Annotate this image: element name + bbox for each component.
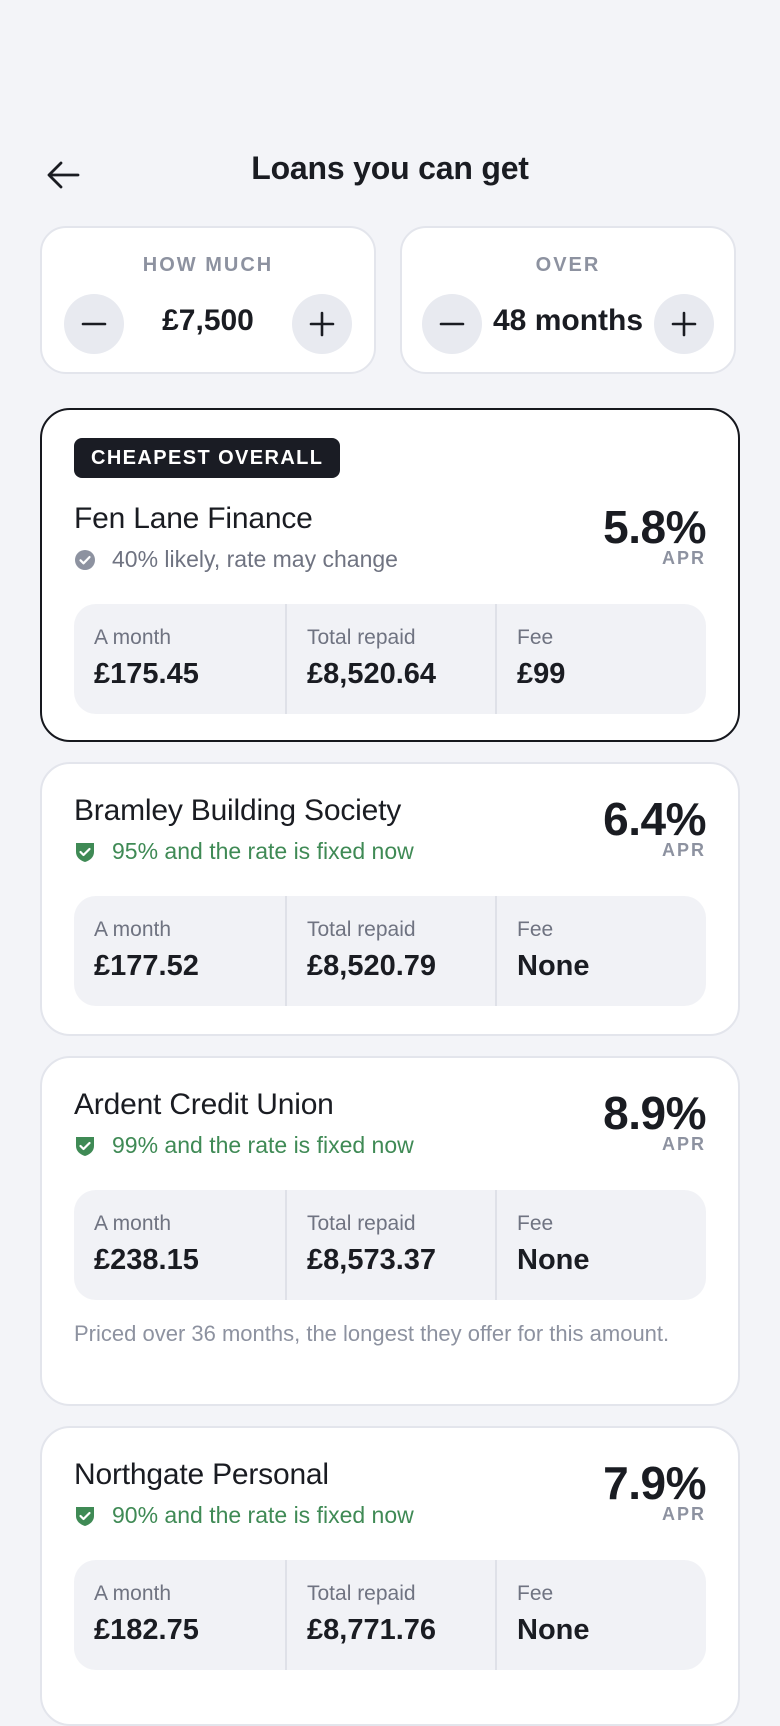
stat-value: None: [517, 950, 590, 982]
loan-stats: A month £177.52 Total repaid £8,520.79 Fee…: [74, 896, 706, 1006]
stat-value: £238.15: [94, 1244, 199, 1276]
stat-fee: Fee £99: [495, 604, 706, 714]
lender-name: Ardent Credit Union: [74, 1088, 334, 1121]
apr-value: 8.9%: [603, 1087, 706, 1139]
stat-label: Total repaid: [307, 918, 416, 941]
likelihood-text: 90% and the rate is fixed now: [112, 1502, 414, 1528]
stat-label: A month: [94, 626, 172, 649]
shield-check-icon: [74, 1505, 96, 1527]
shield-check-icon: [74, 841, 96, 863]
check-circle-icon: [74, 549, 96, 571]
apr-label: APR: [661, 1134, 706, 1154]
term-value: 48 months: [492, 304, 644, 337]
apr-value: 5.8%: [603, 501, 706, 553]
apr-value: 6.4%: [603, 793, 706, 845]
apr-value: 7.9%: [603, 1457, 706, 1509]
stat-value: £177.52: [94, 950, 199, 982]
stat-fee: Fee None: [495, 1560, 706, 1670]
stat-label: Total repaid: [307, 626, 416, 649]
page-title: Loans you can get: [251, 150, 529, 186]
stat-total: Total repaid £8,520.64: [285, 604, 495, 714]
likelihood-text: 95% and the rate is fixed now: [112, 838, 414, 864]
stat-value: None: [517, 1244, 590, 1276]
amount-label: HOW MUCH: [142, 254, 274, 276]
lender-name: Northgate Personal: [74, 1458, 329, 1491]
stat-monthly: A month £238.15: [74, 1190, 285, 1300]
likelihood-text: 99% and the rate is fixed now: [112, 1132, 414, 1158]
stat-label: Fee: [517, 918, 554, 941]
stat-label: A month: [94, 1212, 172, 1235]
stat-value: £175.45: [94, 658, 199, 690]
apr-label: APR: [661, 1504, 706, 1524]
apr-label: APR: [661, 548, 706, 568]
shield-check-icon: [74, 1135, 96, 1157]
apr-label: APR: [661, 840, 706, 860]
amount-value: £7,500: [162, 304, 254, 337]
lender-name: Bramley Building Society: [74, 794, 402, 827]
term-stepper: OVER 48 months: [400, 226, 736, 374]
likelihood: 95% and the rate is fixed now: [74, 838, 414, 865]
term-label: OVER: [535, 254, 601, 276]
stat-label: Total repaid: [307, 1212, 416, 1235]
stat-value: £99: [517, 658, 566, 690]
term-note: Priced over 36 months, the longest they …: [74, 1321, 670, 1346]
stat-label: A month: [94, 1582, 172, 1605]
plus-icon: [309, 311, 335, 337]
stat-value: £8,573.37: [307, 1244, 437, 1276]
stat-label: Fee: [517, 1212, 554, 1235]
loan-card-fen-lane[interactable]: CHEAPEST OVERALL Fen Lane Finance 40% li…: [40, 408, 740, 742]
likelihood: 99% and the rate is fixed now: [74, 1132, 414, 1159]
likelihood: 90% and the rate is fixed now: [74, 1502, 414, 1529]
likelihood-text: 40% likely, rate may change: [112, 546, 398, 572]
amount-stepper: HOW MUCH £7,500: [40, 226, 376, 374]
stat-total: Total repaid £8,573.37: [285, 1190, 495, 1300]
stat-value: £8,520.64: [307, 658, 437, 690]
loan-stats: A month £175.45 Total repaid £8,520.64 Fee…: [74, 604, 706, 714]
stat-value: £182.75: [94, 1614, 199, 1646]
increase-amount-button[interactable]: [292, 294, 352, 354]
loan-card-ardent[interactable]: Ardent Credit Union 99% and the rate is …: [40, 1056, 740, 1406]
stat-value: £8,771.76: [307, 1614, 437, 1646]
header: Loans you can get: [0, 140, 780, 200]
loan-card-bramley[interactable]: Bramley Building Society 95% and the rat…: [40, 762, 740, 1036]
cheapest-badge: CHEAPEST OVERALL: [74, 438, 341, 478]
likelihood: 40% likely, rate may change: [74, 546, 398, 573]
stat-monthly: A month £177.52: [74, 896, 285, 1006]
stat-label: Fee: [517, 626, 554, 649]
stat-label: Total repaid: [307, 1582, 416, 1605]
stat-label: A month: [94, 918, 172, 941]
loan-stats: A month £238.15 Total repaid £8,573.37 Fee…: [74, 1190, 706, 1300]
stat-value: £8,520.79: [307, 950, 437, 982]
stat-value: None: [517, 1614, 590, 1646]
stat-monthly: A month £175.45: [74, 604, 285, 714]
stat-total: Total repaid £8,771.76: [285, 1560, 495, 1670]
stat-fee: Fee None: [495, 1190, 706, 1300]
loan-stats: A month £182.75 Total repaid £8,771.76 Fee…: [74, 1560, 706, 1670]
plus-icon: [671, 311, 697, 337]
increase-term-button[interactable]: [654, 294, 714, 354]
stat-total: Total repaid £8,520.79: [285, 896, 495, 1006]
stat-monthly: A month £182.75: [74, 1560, 285, 1670]
lender-name: Fen Lane Finance: [74, 502, 313, 535]
loan-card-northgate[interactable]: Northgate Personal 90% and the rate is f…: [40, 1426, 740, 1726]
stat-label: Fee: [517, 1582, 554, 1605]
stat-fee: Fee None: [495, 896, 706, 1006]
